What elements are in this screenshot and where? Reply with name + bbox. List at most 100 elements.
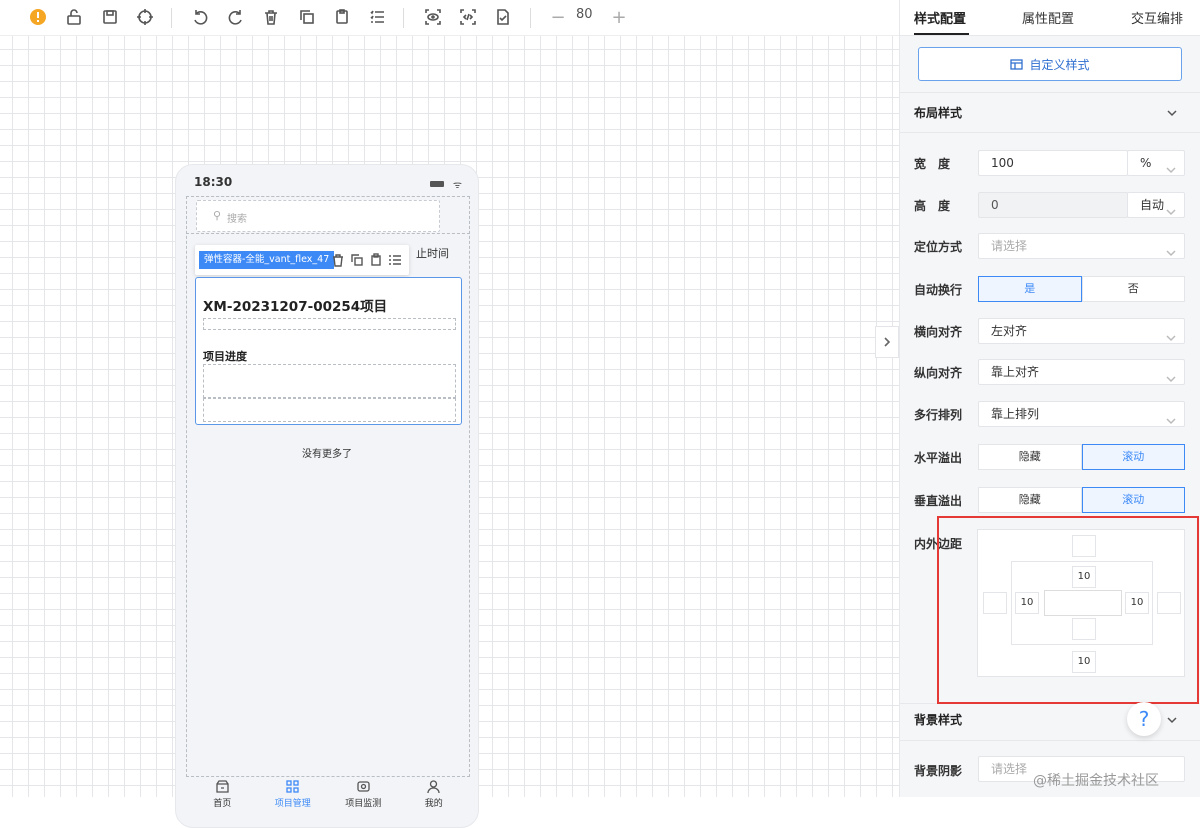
paste-icon[interactable]	[369, 252, 383, 266]
tab-project-monitor[interactable]: 项目监测	[328, 777, 399, 813]
position-placeholder: 请选择	[991, 239, 1028, 253]
multi-line-select[interactable]: 靠上排列	[978, 401, 1185, 427]
tab-label: 我的	[424, 799, 443, 809]
home-icon	[187, 779, 258, 795]
undo-icon[interactable]	[188, 5, 212, 29]
chevron-down-icon	[1166, 242, 1176, 257]
tab-mine[interactable]: 我的	[399, 777, 470, 813]
tab-home[interactable]: 首页	[187, 777, 258, 813]
placeholder-slot[interactable]	[203, 398, 456, 422]
selection-toolbar: 弹性容器-全能_vant_flex_47	[195, 245, 409, 275]
layout-icon	[1010, 58, 1024, 70]
width-unit-value: %	[1140, 156, 1152, 170]
chevron-right-icon	[884, 337, 891, 347]
chevron-down-icon[interactable]	[1166, 104, 1178, 117]
chevron-down-icon	[1166, 410, 1176, 425]
h-overflow-hidden-option[interactable]: 隐藏	[978, 444, 1082, 470]
position-select[interactable]: 请选择	[978, 233, 1185, 259]
phone-preview: 18:30 ᯤ ⚲ 搜索 止时间 弹性容器-全能_vant_flex_47 XM…	[175, 164, 479, 828]
divider	[900, 132, 1200, 133]
card-title: XM-20231207-00254项目	[203, 299, 388, 315]
tab-label: 项目监测	[345, 799, 382, 809]
redo-icon[interactable]	[224, 5, 248, 29]
wrap-label: 自动换行	[914, 283, 963, 297]
width-unit-select[interactable]: %	[1127, 150, 1185, 176]
code-icon[interactable]	[456, 5, 480, 29]
h-align-select[interactable]: 左对齐	[978, 318, 1185, 344]
active-tab-indicator	[914, 33, 969, 35]
tab-project-management[interactable]: 项目管理	[258, 777, 329, 813]
v-align-value: 靠上对齐	[991, 365, 1040, 379]
multi-line-label: 多行排列	[914, 408, 963, 422]
layout-section-title: 布局样式	[914, 106, 963, 120]
user-icon	[399, 779, 470, 795]
h-overflow-toggle: 隐藏 滚动	[978, 444, 1185, 470]
v-overflow-hidden-option[interactable]: 隐藏	[978, 487, 1082, 513]
paste-icon[interactable]	[330, 5, 354, 29]
toolbar-divider	[403, 8, 404, 28]
end-time-label: 止时间	[416, 247, 449, 260]
no-more-text: 没有更多了	[302, 449, 352, 460]
wifi-icon: ᯤ	[452, 180, 462, 191]
height-input[interactable]: 0	[978, 192, 1128, 218]
h-align-label: 横向对齐	[914, 325, 963, 339]
shadow-label: 背景阴影	[914, 764, 963, 778]
highlight-annotation	[937, 516, 1199, 704]
tab-style-config[interactable]: 样式配置	[914, 8, 966, 27]
help-button[interactable]: ?	[1127, 702, 1161, 736]
tab-interaction[interactable]: 交互编排	[1131, 8, 1183, 27]
check-doc-icon[interactable]	[491, 5, 515, 29]
background-section-title: 背景样式	[914, 713, 963, 727]
width-input[interactable]: 100	[978, 150, 1128, 176]
chevron-down-icon	[1166, 327, 1176, 342]
wrap-yes-option[interactable]: 是	[978, 276, 1082, 302]
chevron-down-icon	[1166, 368, 1176, 383]
v-overflow-scroll-option[interactable]: 滚动	[1081, 487, 1185, 513]
save-icon[interactable]	[98, 5, 122, 29]
v-overflow-toggle: 隐藏 滚动	[978, 487, 1185, 513]
toolbar-divider	[530, 8, 531, 28]
wrap-no-option[interactable]: 否	[1081, 276, 1185, 302]
search-input[interactable]: ⚲ 搜索	[196, 200, 440, 232]
height-unit-select[interactable]: 自动	[1127, 192, 1185, 218]
h-overflow-scroll-option[interactable]: 滚动	[1081, 444, 1185, 470]
design-canvas[interactable]: 18:30 ᯤ ⚲ 搜索 止时间 弹性容器-全能_vant_flex_47 XM…	[0, 36, 899, 828]
copy-icon[interactable]	[295, 5, 319, 29]
status-time: 18:30	[194, 175, 233, 189]
placeholder-slot[interactable]	[203, 318, 456, 330]
watermark: @稀土掘金技术社区	[1033, 773, 1159, 789]
v-overflow-label: 垂直溢出	[914, 494, 963, 508]
preview-icon[interactable]	[421, 5, 445, 29]
h-align-value: 左对齐	[991, 324, 1028, 338]
battery-icon	[430, 181, 444, 187]
grid-icon	[258, 779, 329, 795]
zoom-out-button[interactable]: −	[546, 5, 570, 29]
list-icon[interactable]	[388, 252, 402, 266]
list-icon[interactable]	[365, 5, 389, 29]
zoom-in-button[interactable]: +	[607, 5, 631, 29]
shadow-placeholder: 请选择	[991, 762, 1028, 776]
chevron-down-icon[interactable]	[1166, 711, 1178, 724]
config-tabs: 样式配置 属性配置 交互编排	[900, 0, 1200, 36]
placeholder-slot[interactable]	[203, 364, 456, 398]
chevron-down-icon	[1166, 159, 1176, 174]
custom-style-button[interactable]: 自定义样式	[918, 47, 1182, 81]
wrap-toggle: 是 否	[978, 276, 1185, 302]
delete-icon[interactable]	[331, 252, 345, 267]
copy-icon[interactable]	[350, 252, 364, 266]
v-align-select[interactable]: 靠上对齐	[978, 359, 1185, 385]
position-label: 定位方式	[914, 240, 963, 254]
project-card[interactable]: XM-20231207-00254项目 项目进度	[195, 277, 462, 425]
chevron-down-icon	[1166, 201, 1176, 216]
tab-label: 首页	[213, 799, 232, 809]
divider	[900, 92, 1200, 93]
search-icon: ⚲	[213, 209, 222, 222]
tab-property-config[interactable]: 属性配置	[1022, 8, 1074, 27]
width-label: 宽 度	[914, 157, 951, 171]
target-icon[interactable]	[133, 5, 157, 29]
unlock-icon[interactable]	[62, 5, 86, 29]
delete-icon[interactable]	[259, 5, 283, 29]
warning-icon[interactable]	[26, 5, 50, 29]
selected-component-tag[interactable]: 弹性容器-全能_vant_flex_47	[199, 251, 335, 269]
collapse-panel-button[interactable]	[875, 326, 899, 358]
